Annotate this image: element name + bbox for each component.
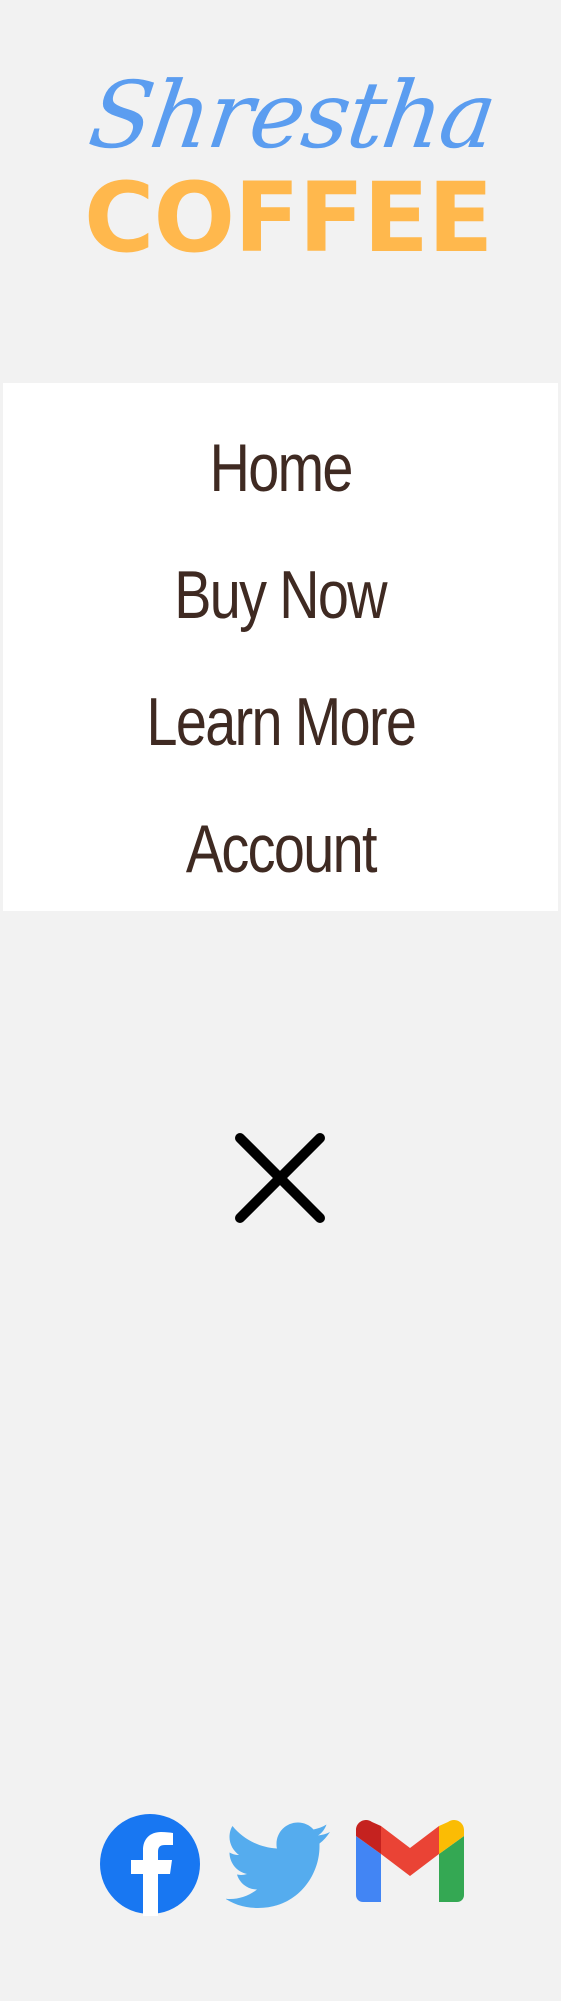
gmail-link[interactable] xyxy=(356,1819,464,1907)
nav-link-buy-now[interactable]: Buy Now xyxy=(175,532,388,659)
twitter-link[interactable] xyxy=(225,1822,332,1913)
close-icon xyxy=(235,1133,325,1223)
twitter-icon xyxy=(225,1822,330,1908)
social-links xyxy=(98,1810,478,1916)
nav-item-home: Home xyxy=(3,405,558,532)
logo-bold-text: COFFEE xyxy=(84,162,493,274)
facebook-icon xyxy=(100,1814,200,1916)
nav-link-home[interactable]: Home xyxy=(209,405,353,532)
nav-item-account: Account xyxy=(3,786,558,913)
nav-link-learn-more[interactable]: Learn More xyxy=(146,659,416,786)
brand-logo[interactable]: Shrestha COFFEE xyxy=(83,62,501,270)
facebook-link[interactable] xyxy=(98,1812,202,1921)
close-menu-button[interactable] xyxy=(228,1126,332,1230)
nav-link-account[interactable]: Account xyxy=(185,786,377,913)
nav-item-buy-now: Buy Now xyxy=(3,532,558,659)
nav-menu-list: Home Buy Now Learn More Account xyxy=(3,405,558,913)
nav-item-learn-more: Learn More xyxy=(3,659,558,786)
gmail-icon xyxy=(356,1819,464,1902)
logo-script-text: Shrestha xyxy=(83,62,502,169)
nav-menu: Home Buy Now Learn More Account xyxy=(3,383,558,911)
